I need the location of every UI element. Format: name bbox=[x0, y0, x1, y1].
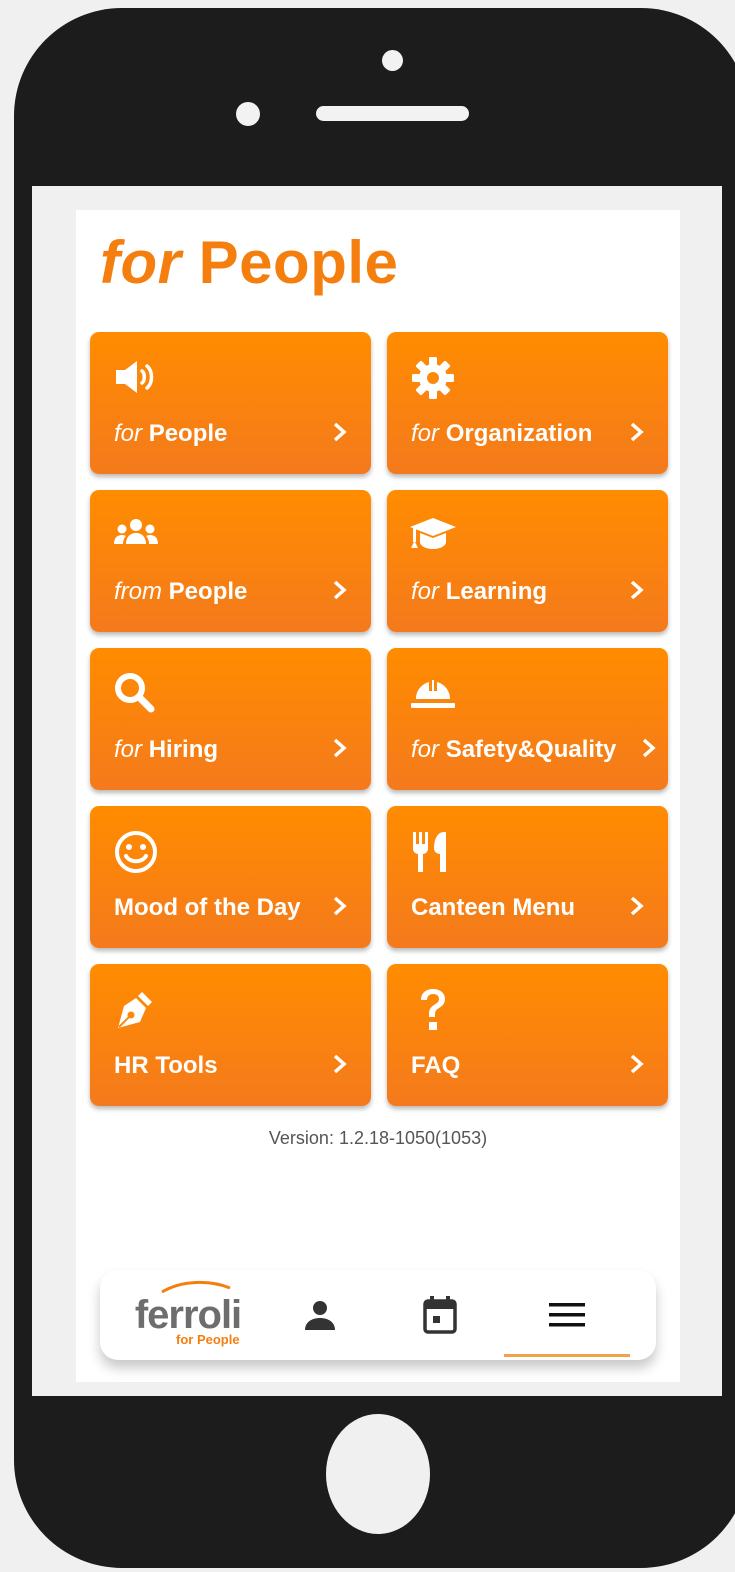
tile-for-people[interactable]: for People bbox=[90, 332, 371, 474]
nav-menu[interactable] bbox=[504, 1270, 630, 1360]
app-screen: for People for People for Organization f… bbox=[76, 210, 680, 1382]
calendar-icon bbox=[423, 1296, 457, 1334]
phone-screen: for People for People for Organization f… bbox=[32, 186, 722, 1396]
chevron-right-icon bbox=[333, 738, 347, 758]
active-tab-indicator bbox=[504, 1354, 630, 1357]
tile-label: Mood of the Day bbox=[114, 894, 301, 922]
tile-for-hiring[interactable]: for Hiring bbox=[90, 648, 371, 790]
pen-icon bbox=[118, 992, 152, 1028]
nav-home-logo[interactable]: ferroli for People bbox=[118, 1270, 258, 1360]
users-icon bbox=[114, 519, 158, 544]
tile-for-learning[interactable]: for Learning bbox=[387, 490, 668, 632]
hard-hat-icon bbox=[411, 680, 455, 708]
nav-profile[interactable] bbox=[280, 1270, 360, 1360]
ferroli-swoosh-icon bbox=[161, 1280, 231, 1294]
chevron-right-icon bbox=[630, 580, 644, 600]
chevron-right-icon bbox=[642, 738, 656, 758]
tile-main-label: Safety&Quality bbox=[445, 736, 617, 763]
question-icon bbox=[421, 989, 445, 1030]
tile-hr-tools[interactable]: HR Tools bbox=[90, 964, 371, 1106]
tile-prefix: from bbox=[114, 578, 162, 605]
tile-main-label: People bbox=[168, 578, 248, 605]
chevron-right-icon bbox=[333, 896, 347, 916]
tile-prefix: for bbox=[411, 420, 440, 447]
title-prefix: for bbox=[100, 229, 182, 296]
earpiece-speaker bbox=[316, 106, 469, 121]
chevron-right-icon bbox=[630, 422, 644, 442]
profile-icon bbox=[305, 1301, 335, 1330]
home-button[interactable] bbox=[326, 1414, 430, 1534]
tile-prefix: for bbox=[411, 578, 440, 605]
tile-main-label: Mood of the Day bbox=[114, 894, 301, 921]
graduation-cap-icon bbox=[410, 518, 456, 549]
gear-icon bbox=[412, 357, 454, 399]
proximity-sensor bbox=[236, 102, 260, 126]
page-title: for People bbox=[100, 228, 398, 297]
tile-label: Canteen Menu bbox=[411, 894, 575, 922]
tile-label: for Organization bbox=[411, 420, 592, 448]
tile-prefix: for bbox=[114, 420, 143, 447]
title-main: People bbox=[198, 229, 399, 296]
tile-label: HR Tools bbox=[114, 1052, 218, 1080]
tile-for-safety-quality[interactable]: for Safety&Quality bbox=[387, 648, 668, 790]
version-label: Version: bbox=[268, 1128, 334, 1148]
tile-mood-of-the-day[interactable]: Mood of the Day bbox=[90, 806, 371, 948]
tile-main-label: Canteen Menu bbox=[411, 894, 576, 921]
tile-prefix: for bbox=[114, 736, 143, 763]
menu-icon bbox=[549, 1303, 585, 1327]
megaphone-icon bbox=[116, 361, 154, 393]
chevron-right-icon bbox=[630, 896, 644, 916]
tile-faq[interactable]: FAQ bbox=[387, 964, 668, 1106]
tile-label: for Learning bbox=[411, 578, 547, 606]
version-value: 1.2.18-1050(1053) bbox=[338, 1128, 488, 1148]
chevron-right-icon bbox=[630, 1054, 644, 1074]
chevron-right-icon bbox=[333, 422, 347, 442]
ferroli-logo: ferroli bbox=[134, 1293, 242, 1337]
nav-calendar[interactable] bbox=[400, 1270, 480, 1360]
tile-main-label: HR Tools bbox=[114, 1052, 218, 1079]
tile-canteen-menu[interactable]: Canteen Menu bbox=[387, 806, 668, 948]
cutlery-icon bbox=[413, 832, 446, 872]
front-camera bbox=[382, 50, 403, 71]
chevron-right-icon bbox=[333, 1054, 347, 1074]
chevron-right-icon bbox=[333, 580, 347, 600]
tile-label: from People bbox=[114, 578, 247, 606]
tile-main-label: Organization bbox=[445, 420, 593, 447]
tile-label: for Hiring bbox=[114, 736, 218, 764]
bottom-navigation: ferroli for People bbox=[100, 1270, 656, 1360]
tile-from-people[interactable]: from People bbox=[90, 490, 371, 632]
tile-prefix: for bbox=[411, 736, 440, 763]
logo-tagline: for People bbox=[176, 1332, 240, 1347]
tile-main-label: Learning bbox=[445, 578, 548, 605]
tile-label: for People bbox=[114, 420, 227, 448]
tile-main-label: Hiring bbox=[148, 736, 219, 763]
tile-main-label: FAQ bbox=[411, 1052, 461, 1079]
tile-main-label: People bbox=[148, 420, 228, 447]
search-icon bbox=[115, 673, 155, 713]
tile-label: for Safety&Quality bbox=[411, 736, 616, 764]
version-text: Version: 1.2.18-1050(1053) bbox=[76, 1128, 680, 1149]
tile-label: FAQ bbox=[411, 1052, 460, 1080]
smiley-icon bbox=[115, 831, 157, 873]
tile-for-organization[interactable]: for Organization bbox=[387, 332, 668, 474]
